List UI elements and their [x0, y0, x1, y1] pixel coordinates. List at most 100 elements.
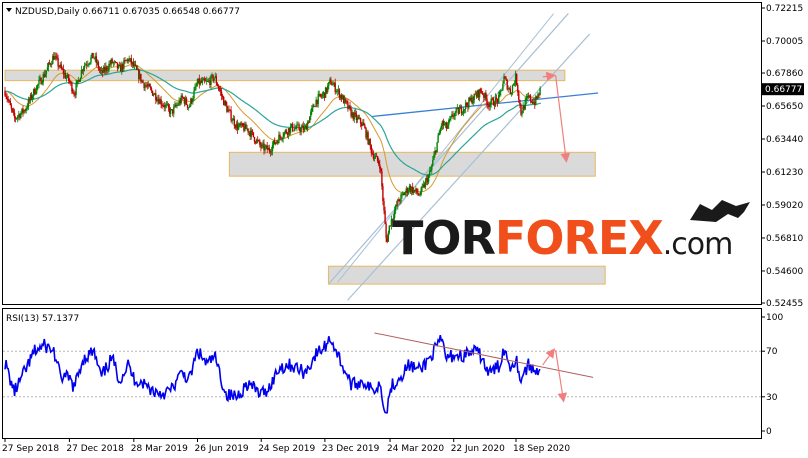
- resistance-zone-2: [228, 151, 596, 177]
- candle-body: [123, 60, 125, 69]
- candle-body: [504, 76, 506, 79]
- candle-body: [9, 101, 11, 106]
- candle-body: [346, 101, 348, 103]
- candle-body: [505, 78, 507, 80]
- candle-body: [74, 94, 76, 96]
- time-tick-label: 22 Jun 2020: [451, 444, 505, 454]
- candle-body: [257, 139, 259, 141]
- candle-body: [295, 128, 297, 129]
- rsi-tick-label: 30: [766, 393, 778, 403]
- candle-body: [454, 112, 456, 117]
- candle-body: [150, 88, 153, 91]
- candle-body: [46, 67, 49, 71]
- candle-body: [189, 105, 191, 108]
- candle-body: [282, 136, 284, 139]
- candle-body: [369, 139, 371, 146]
- candle-body: [271, 145, 274, 152]
- candle-body: [500, 90, 502, 93]
- candle-body: [38, 79, 40, 85]
- candle-body: [60, 64, 62, 69]
- candle-body: [420, 187, 422, 195]
- candle-body: [17, 116, 19, 119]
- candle-body: [519, 100, 521, 105]
- candle-body: [363, 122, 365, 126]
- price-tick-label: 0.61230: [766, 168, 803, 178]
- candle-body: [379, 164, 381, 169]
- candle-body: [233, 118, 235, 126]
- candle-body: [216, 83, 218, 86]
- candle-body: [4, 91, 6, 96]
- rsi-header-text: RSI(13) 57.1377: [6, 314, 79, 324]
- candle-body: [421, 186, 423, 188]
- candle-body: [275, 142, 277, 145]
- candle-body: [186, 104, 189, 108]
- candle-body: [462, 109, 465, 113]
- candle-body: [160, 99, 162, 105]
- candle-body: [134, 64, 137, 66]
- candle-body: [16, 118, 18, 119]
- candle-body: [36, 85, 38, 93]
- candle-body: [385, 223, 387, 238]
- candle-body: [230, 110, 232, 121]
- candle-body: [381, 171, 383, 187]
- candle-body: [149, 86, 152, 89]
- candle-body: [380, 168, 382, 172]
- candle-body: [427, 175, 430, 183]
- candle-body: [327, 85, 329, 93]
- candle-body: [309, 116, 311, 123]
- candle-body: [213, 77, 215, 81]
- candle-body: [461, 112, 464, 114]
- candle-body: [416, 188, 418, 193]
- candle-body: [27, 99, 30, 108]
- candle-body: [237, 125, 240, 130]
- candle-body: [69, 80, 71, 82]
- candle-body: [268, 148, 270, 152]
- candle-body: [95, 56, 97, 64]
- candle-body: [12, 110, 15, 113]
- time-tick-label: 27 Dec 2018: [66, 444, 124, 454]
- candle-body: [539, 88, 541, 96]
- candle-body: [97, 62, 100, 69]
- candle-body: [464, 108, 466, 110]
- price-tick-label: 0.72215: [766, 4, 803, 14]
- candle-body: [192, 98, 194, 103]
- price-tick-label: 0.70005: [766, 37, 803, 47]
- candle-body: [182, 97, 185, 99]
- candle-body: [72, 91, 74, 93]
- candle-body: [511, 85, 514, 93]
- rsi-tick-label: 0: [766, 427, 772, 437]
- candle-body: [336, 90, 338, 92]
- candle-body: [194, 86, 196, 91]
- candle-body: [5, 95, 7, 97]
- candle-body: [56, 56, 58, 58]
- candle-body: [37, 84, 39, 86]
- candle-body: [65, 77, 68, 79]
- candle-body: [345, 98, 347, 101]
- current-price-label: 0.66777: [765, 85, 802, 95]
- candle-body: [524, 100, 526, 110]
- candle-body: [485, 92, 487, 99]
- price-tick-label: 0.56810: [766, 234, 803, 244]
- candle-body: [498, 95, 500, 103]
- candle-body: [112, 62, 114, 64]
- candle-body: [453, 116, 455, 117]
- candle-body: [525, 98, 527, 101]
- price-tick-label: 0.67860: [766, 69, 803, 79]
- candle-body: [450, 116, 452, 119]
- candle-body: [270, 151, 273, 153]
- price-tick-label: 0.52455: [766, 299, 803, 309]
- candle-body: [51, 64, 53, 65]
- candle-body: [68, 74, 70, 81]
- candle-body: [26, 107, 28, 109]
- price-axis: 0.72215 0.70005 0.67860 0.65650 0.63440 0.612…: [761, 4, 804, 309]
- candle-body: [217, 86, 220, 89]
- candle-body: [210, 75, 212, 85]
- candle-body: [245, 124, 247, 129]
- candle-body: [486, 98, 488, 105]
- candle-body: [521, 113, 523, 115]
- candle-body: [10, 105, 13, 109]
- candle-body: [489, 103, 491, 107]
- candle-body: [201, 80, 204, 83]
- candle-body: [395, 205, 397, 211]
- candle-body: [473, 93, 475, 101]
